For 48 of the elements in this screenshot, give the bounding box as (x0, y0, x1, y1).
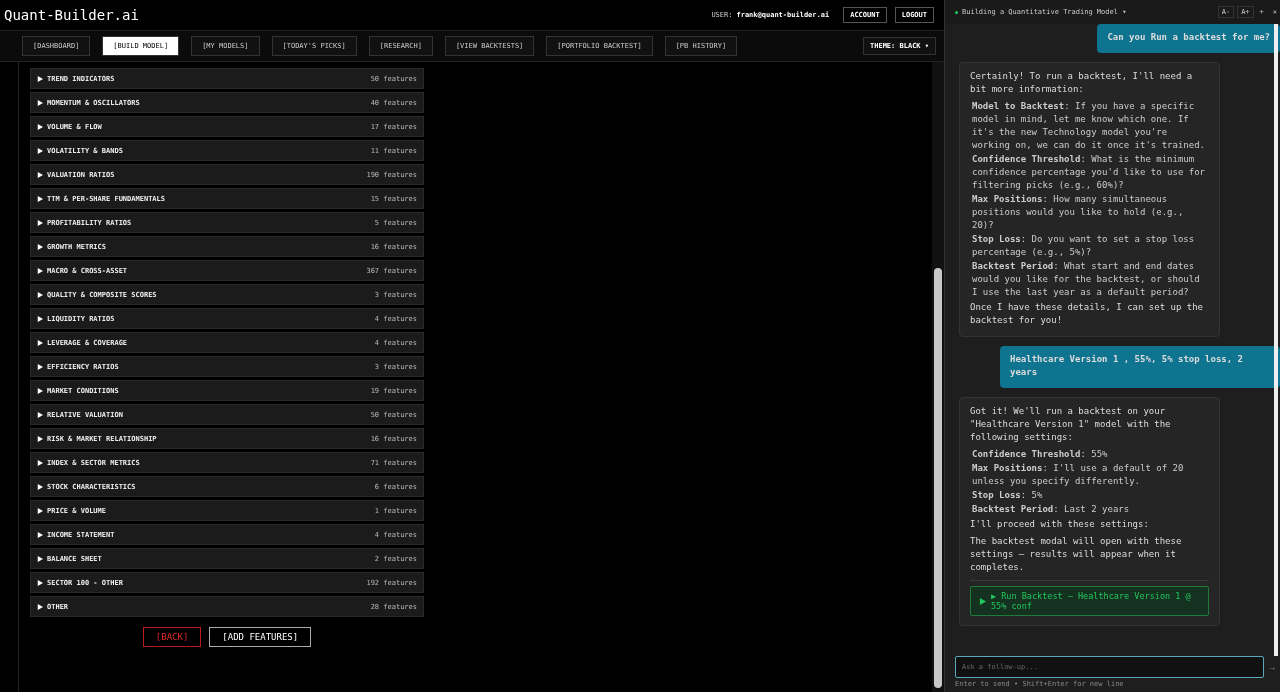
message-item: Stop Loss: Do you want to set a stop loss percentage (e.g., 5%)? (972, 233, 1196, 259)
expand-triangle-icon (37, 291, 43, 298)
expand-triangle-icon (37, 243, 43, 250)
message-item: Model to Backtest: If you have a specific model in mind, let me know which one. If it's the new Technology model you're working on, we can do it once it's trained. (972, 100, 1206, 152)
expand-triangle-icon (37, 507, 43, 514)
expand-triangle-icon (37, 123, 43, 130)
status-dot-icon (955, 10, 958, 14)
expand-triangle-icon (37, 531, 43, 538)
scrollbar[interactable] (1274, 24, 1278, 656)
play-icon (979, 597, 986, 605)
expand-triangle-icon (37, 315, 43, 322)
expand-triangle-icon (37, 75, 43, 82)
message-text: I'll proceed with these settings: (970, 518, 1150, 531)
message-item: Backtest Period: Last 2 years (972, 503, 1131, 516)
message-item: Max Positions: How many simultaneous positions would you like to hold (e.g., 20)? (972, 193, 1185, 232)
expand-triangle-icon (37, 99, 43, 106)
message-item: Max Positions: I'll use a default of 20 unless you specify differently. (972, 462, 1185, 488)
expand-triangle-icon (37, 483, 43, 490)
scrollbar[interactable] (932, 62, 944, 692)
message-text: Certainly! To run a backtest, I'll need a bit more information: (970, 70, 1194, 96)
expand-triangle-icon (37, 363, 43, 370)
expand-triangle-icon (37, 219, 43, 226)
message-text: Can you Run a backtest for me? (1107, 31, 1270, 44)
expand-triangle-icon (37, 411, 43, 418)
message-item: Backtest Period: What start and end dates would you like for the backtest, or should I use the last year as a default period? (972, 260, 1201, 299)
back-button[interactable]: [BACK] (142, 627, 202, 647)
message-text: Once I have these details, I can set up the backtest for you! (970, 301, 1204, 327)
expand-triangle-icon (37, 603, 43, 610)
expand-triangle-icon (37, 171, 43, 178)
expand-triangle-icon (37, 147, 43, 154)
message-item: Stop Loss: 5% (972, 489, 1044, 502)
add-features-button[interactable]: [ADD FEATURES] (209, 627, 312, 647)
expand-triangle-icon (37, 435, 43, 442)
message-item: Confidence Threshold: What is the minimum confidence percentage you'd like to use for filtering picks (e.g., 60%)? (972, 153, 1206, 192)
expand-triangle-icon (37, 195, 43, 202)
run-backtest-button[interactable]: ▶ Run Backtest — Healthcare Version 1 @ 55% conf (970, 586, 1209, 616)
expand-triangle-icon (37, 387, 43, 394)
send-button[interactable]: → (1268, 662, 1276, 672)
message-item: Confidence Threshold: 55% (972, 448, 1109, 461)
expand-triangle-icon (37, 267, 43, 274)
app-logo: Quant-Builder.ai (4, 7, 139, 23)
message-text: Got it! We'll run a backtest on your "Healthcare Version 1" model with the following settings: (970, 405, 1172, 444)
message-text: The backtest modal will open with these settings — results will appear when it completes. (970, 535, 1183, 574)
expand-triangle-icon (37, 579, 43, 586)
message-text: Healthcare Version 1 , 55%, 5% stop loss, 2 years (1010, 353, 1244, 379)
expand-triangle-icon (37, 459, 43, 466)
expand-triangle-icon (37, 555, 43, 562)
expand-triangle-icon (37, 339, 43, 346)
